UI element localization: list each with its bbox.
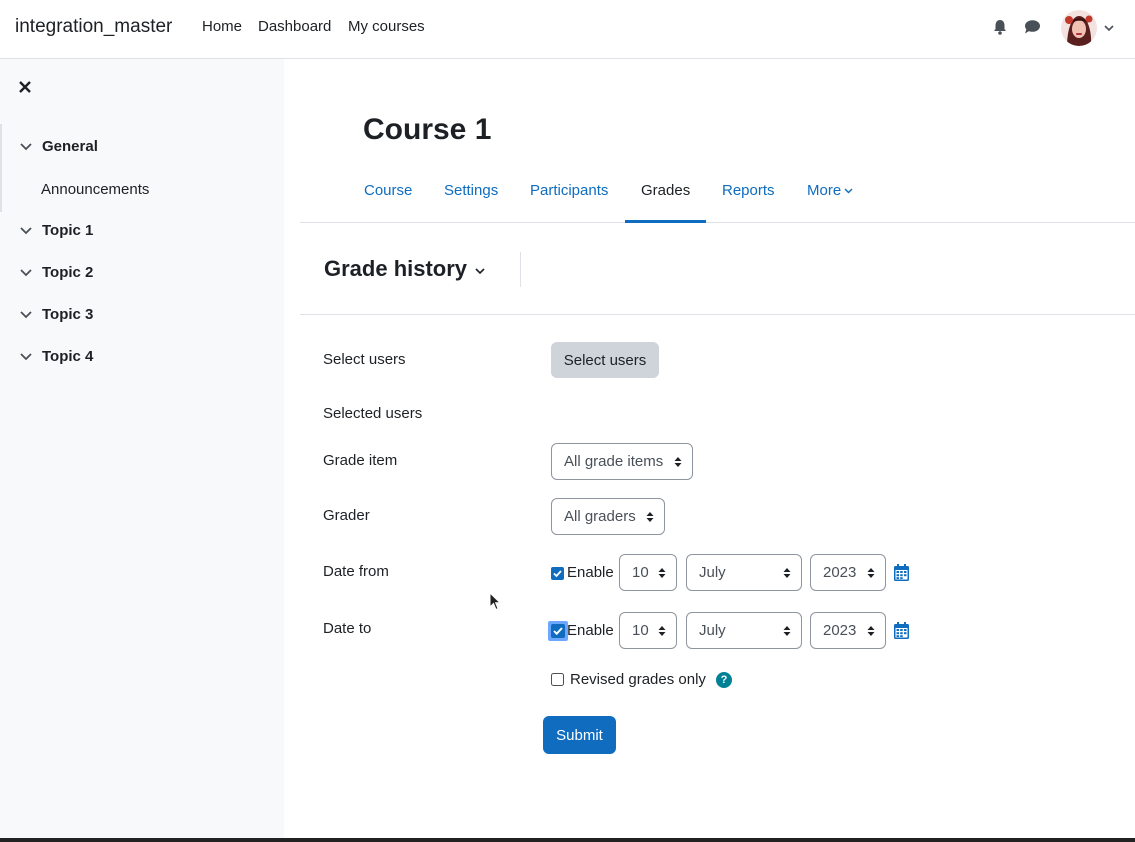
- tabs-divider: [300, 222, 1135, 223]
- sort-arrows-icon: [783, 568, 791, 578]
- date-from-month-value: July: [699, 564, 726, 581]
- revised-grades-label[interactable]: Revised grades only: [570, 671, 706, 688]
- date-to-label: Date to: [323, 620, 372, 637]
- grade-item-label: Grade item: [323, 452, 398, 469]
- chevron-down-icon[interactable]: [19, 226, 33, 236]
- date-from-year-select[interactable]: 2023: [810, 554, 886, 591]
- section-divider: [300, 314, 1135, 315]
- sort-arrows-icon: [867, 626, 875, 636]
- sort-arrows-icon: [646, 512, 654, 522]
- chevron-down-icon[interactable]: [19, 268, 33, 278]
- date-to-enable-checkbox[interactable]: [548, 621, 568, 641]
- grade-item-value: All grade items: [564, 453, 664, 470]
- report-selector[interactable]: Grade history: [324, 256, 485, 282]
- chevron-down-icon: [844, 188, 853, 194]
- date-to-year-select[interactable]: 2023: [810, 612, 886, 649]
- date-from-day-value: 10: [632, 564, 649, 581]
- section-label[interactable]: Topic 1: [42, 222, 93, 239]
- avatar[interactable]: [1061, 10, 1097, 46]
- tab-participants[interactable]: Participants: [530, 182, 608, 199]
- revised-grades-checkbox[interactable]: [551, 673, 564, 686]
- date-to-day-value: 10: [632, 622, 649, 639]
- sort-arrows-icon: [867, 568, 875, 578]
- date-from-enable-label[interactable]: Enable: [567, 564, 614, 581]
- select-users-label: Select users: [323, 351, 406, 368]
- date-to-enable-label[interactable]: Enable: [567, 622, 614, 639]
- date-from-day-select[interactable]: 10: [619, 554, 677, 591]
- nav-home[interactable]: Home: [202, 18, 242, 35]
- tab-reports[interactable]: Reports: [722, 182, 775, 199]
- tab-more-label: More: [807, 182, 842, 199]
- section-indicator: [0, 124, 2, 212]
- sort-arrows-icon: [658, 568, 666, 578]
- date-from-label: Date from: [323, 563, 389, 580]
- bottom-edge: [0, 838, 1135, 842]
- grader-value: All graders: [564, 508, 636, 525]
- date-from-month-select[interactable]: July: [686, 554, 802, 591]
- section-label[interactable]: Topic 4: [42, 348, 93, 365]
- section-label[interactable]: Topic 3: [42, 306, 93, 323]
- calendar-icon[interactable]: [894, 564, 909, 581]
- active-tab-indicator: [625, 220, 706, 223]
- grade-item-select[interactable]: All grade items: [551, 443, 693, 480]
- section-general[interactable]: General: [19, 138, 98, 155]
- date-to-month-select[interactable]: July: [686, 612, 802, 649]
- help-icon[interactable]: ?: [716, 672, 732, 688]
- section-topic-2[interactable]: Topic 2: [19, 264, 93, 281]
- date-from-enable-checkbox[interactable]: [551, 567, 564, 580]
- date-from-year-value: 2023: [823, 564, 857, 581]
- page-title: Course 1: [363, 113, 492, 146]
- mouse-cursor-icon: [489, 592, 501, 611]
- sort-arrows-icon: [658, 626, 666, 636]
- date-to-year-value: 2023: [823, 622, 857, 639]
- tab-settings[interactable]: Settings: [444, 182, 498, 199]
- tab-course[interactable]: Course: [364, 182, 412, 199]
- selected-users-label: Selected users: [323, 405, 423, 422]
- section-label[interactable]: General: [42, 138, 98, 155]
- close-icon[interactable]: [17, 79, 33, 95]
- nav-dashboard[interactable]: Dashboard: [258, 18, 331, 35]
- bell-icon[interactable]: [991, 18, 1009, 36]
- nav-my-courses[interactable]: My courses: [348, 18, 425, 35]
- grader-label: Grader: [323, 507, 370, 524]
- drawer-item-announcements[interactable]: Announcements: [41, 181, 149, 198]
- submit-button[interactable]: Submit: [543, 716, 616, 754]
- select-users-button[interactable]: Select users: [551, 342, 659, 378]
- section-topic-3[interactable]: Topic 3: [19, 306, 93, 323]
- chevron-down-icon[interactable]: [1103, 23, 1115, 33]
- section-topic-4[interactable]: Topic 4: [19, 348, 93, 365]
- chevron-down-icon[interactable]: [19, 310, 33, 320]
- top-navbar: integration_master Home Dashboard My cou…: [0, 0, 1135, 59]
- course-index-drawer: [0, 59, 284, 838]
- sort-arrows-icon: [783, 626, 791, 636]
- chat-icon[interactable]: [1023, 18, 1041, 36]
- chevron-down-icon: [475, 267, 485, 274]
- section-label[interactable]: Topic 2: [42, 264, 93, 281]
- tab-more[interactable]: More: [807, 182, 853, 199]
- report-title: Grade history: [324, 256, 468, 281]
- date-to-month-value: July: [699, 622, 726, 639]
- header-divider: [520, 252, 521, 287]
- sort-arrows-icon: [674, 457, 682, 467]
- calendar-icon[interactable]: [894, 622, 909, 639]
- grader-select[interactable]: All graders: [551, 498, 665, 535]
- date-to-day-select[interactable]: 10: [619, 612, 677, 649]
- tab-grades[interactable]: Grades: [641, 182, 690, 199]
- chevron-down-icon[interactable]: [19, 142, 33, 152]
- section-topic-1[interactable]: Topic 1: [19, 222, 93, 239]
- site-name[interactable]: integration_master: [15, 16, 172, 38]
- chevron-down-icon[interactable]: [19, 352, 33, 362]
